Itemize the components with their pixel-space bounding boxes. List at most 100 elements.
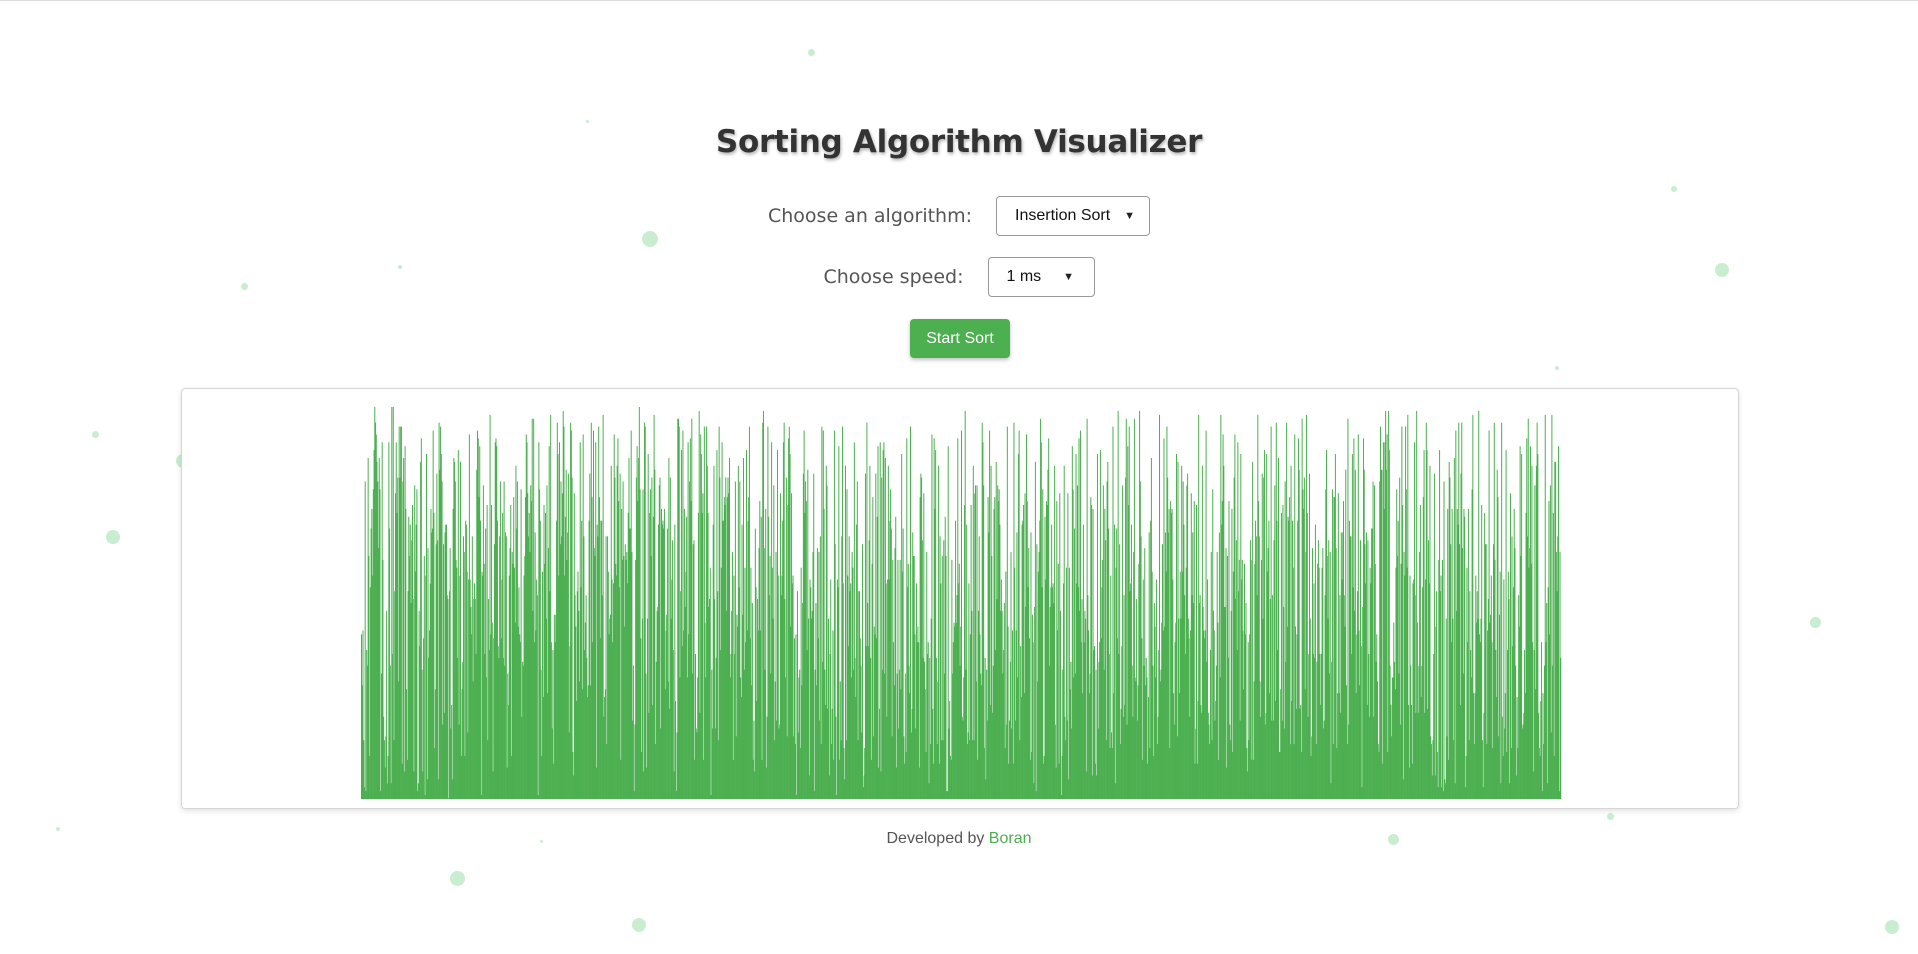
bar-chart <box>361 407 1562 799</box>
bar <box>510 505 512 799</box>
bar <box>1499 571 1501 799</box>
background-dot <box>92 431 99 438</box>
bar <box>595 442 597 799</box>
speed-label: Choose speed: <box>823 266 964 288</box>
bar <box>1442 559 1444 799</box>
bar <box>976 485 978 799</box>
algorithm-select[interactable]: Insertion Sort ▼ <box>996 196 1150 236</box>
bar <box>702 493 704 799</box>
bar <box>709 567 711 799</box>
visualizer-panel <box>181 388 1739 809</box>
bar <box>838 446 840 799</box>
bar <box>1225 548 1227 799</box>
bar <box>364 481 366 799</box>
bar <box>813 473 815 799</box>
bar <box>835 716 837 799</box>
bar <box>1091 505 1093 799</box>
bar <box>632 665 634 799</box>
bar <box>1034 461 1036 799</box>
background-dot <box>1607 813 1614 820</box>
bar <box>479 520 481 799</box>
algorithm-label: Choose an algorithm: <box>767 205 972 227</box>
algorithm-row: Choose an algorithm: Insertion Sort ▼ <box>0 196 1918 236</box>
speed-select[interactable]: 1 ms ▼ <box>987 257 1095 297</box>
bar <box>389 665 391 799</box>
bar <box>447 599 449 799</box>
bar <box>1032 642 1034 799</box>
bar <box>386 610 388 799</box>
background-dot <box>450 871 465 886</box>
bar <box>675 701 677 799</box>
bar <box>412 599 414 799</box>
background-dot <box>586 120 589 123</box>
bar <box>619 473 621 799</box>
chevron-down-icon: ▼ <box>1063 271 1075 283</box>
speed-select-value: 1 ms <box>1006 268 1042 285</box>
bar <box>1113 524 1115 799</box>
background-dot <box>1885 920 1899 934</box>
bar <box>536 595 538 799</box>
bar <box>505 536 507 799</box>
bar <box>1453 457 1455 799</box>
author-link[interactable]: Boran <box>989 830 1032 847</box>
bar <box>1447 508 1449 799</box>
bar <box>571 477 573 799</box>
background-dot <box>632 918 646 932</box>
bar <box>808 618 810 799</box>
bar <box>1541 642 1543 799</box>
bar <box>1329 552 1331 799</box>
bar <box>984 657 986 799</box>
bar <box>1193 501 1195 799</box>
chevron-down-icon: ▼ <box>1124 210 1136 222</box>
bar <box>403 457 405 799</box>
bar <box>1443 481 1445 799</box>
bar <box>437 540 439 799</box>
bar <box>379 489 381 799</box>
bar <box>1252 461 1254 799</box>
background-dot <box>1671 186 1677 192</box>
bar <box>877 446 879 799</box>
bar <box>1386 434 1388 799</box>
bar <box>1195 505 1197 799</box>
bar <box>879 442 881 799</box>
bar <box>426 454 428 799</box>
bar <box>1546 603 1548 799</box>
footer-prefix: Developed by <box>886 830 985 847</box>
background-dot <box>106 530 120 544</box>
background-dot <box>1555 366 1559 370</box>
bar <box>1278 457 1279 799</box>
bar <box>765 508 767 799</box>
page-title: Sorting Algorithm Visualizer <box>715 124 1203 160</box>
bar <box>1057 563 1059 799</box>
top-border <box>0 0 1918 1</box>
speed-row: Choose speed: 1 ms ▼ <box>0 257 1918 297</box>
bar <box>1360 646 1362 799</box>
bar <box>927 642 929 799</box>
bar <box>895 516 897 799</box>
bar <box>760 516 762 799</box>
bar <box>1508 599 1510 799</box>
bar <box>423 555 425 799</box>
bar <box>1464 516 1466 799</box>
algorithm-select-value: Insertion Sort <box>1015 207 1111 224</box>
bar <box>861 544 863 799</box>
bar <box>1402 505 1404 799</box>
bar <box>945 555 947 799</box>
bar <box>1505 450 1507 799</box>
bar <box>1067 493 1069 799</box>
bar <box>1042 489 1044 799</box>
background-dot <box>808 49 815 56</box>
bar <box>642 489 644 799</box>
background-dot <box>1810 617 1821 628</box>
bar <box>795 634 797 799</box>
bar <box>416 489 418 799</box>
bar <box>1558 446 1560 799</box>
start-sort-button[interactable]: Start Sort <box>910 319 1010 358</box>
footer: Developed by Boran <box>0 830 1918 848</box>
bar <box>1060 610 1062 799</box>
bar <box>1560 657 1562 799</box>
bar <box>828 618 829 799</box>
bar <box>1381 469 1383 799</box>
bar <box>400 426 402 799</box>
bar <box>1433 473 1435 799</box>
